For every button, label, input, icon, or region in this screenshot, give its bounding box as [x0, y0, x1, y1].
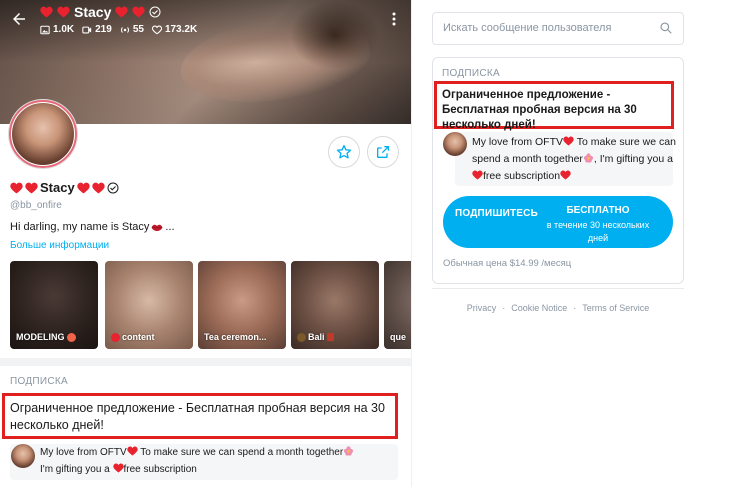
- column-separator: [411, 0, 412, 487]
- videos-stat: 219: [82, 24, 112, 35]
- heart-icon: [132, 6, 146, 18]
- highlight-story[interactable]: MODELING: [10, 261, 98, 349]
- avatar-story-ring: [9, 100, 77, 168]
- back-arrow-icon[interactable]: [10, 10, 28, 28]
- privacy-link[interactable]: Privacy: [467, 303, 497, 313]
- highlights-row: MODELING content Tea ceremon... Bali que: [10, 261, 411, 349]
- heart-icon: [115, 6, 129, 18]
- heart-icon: [563, 136, 574, 148]
- footer-dot: ·: [502, 303, 506, 313]
- cover-name-text: Stacy: [74, 4, 112, 20]
- favorite-button[interactable]: [328, 136, 360, 168]
- search-input[interactable]: [443, 22, 663, 34]
- profile-name: Stacy: [10, 180, 119, 195]
- regular-price: Обычная цена $14.99 /месяц: [443, 258, 572, 269]
- heart-icon: [77, 182, 90, 194]
- streams-stat: 55: [120, 24, 144, 35]
- heart-icon: [112, 463, 124, 475]
- palm-emoji-icon: [297, 332, 306, 342]
- smiley-emoji-icon: [66, 332, 76, 342]
- heart-emoji-icon: [111, 332, 120, 342]
- flower-icon: [583, 153, 594, 165]
- heart-icon: [127, 446, 138, 458]
- profile-column: Stacy 1.0K 219 55 173.2K Stacy @bb_onfir…: [0, 0, 411, 487]
- heart-outline-icon: [151, 25, 162, 34]
- highlight-story[interactable]: que: [384, 261, 411, 349]
- bio-text: Hi darling, my name is Stacy: [10, 221, 150, 233]
- verified-icon: [107, 182, 119, 194]
- highlight-story[interactable]: Bali: [291, 261, 379, 349]
- highlight-story[interactable]: content: [105, 261, 193, 349]
- more-vertical-icon[interactable]: [391, 12, 397, 26]
- heart-icon: [25, 182, 38, 194]
- star-icon: [336, 145, 352, 159]
- terms-link[interactable]: Terms of Service: [582, 303, 649, 313]
- bio-ellipsis: ...: [165, 221, 175, 233]
- likes-stat: 173.2K: [151, 24, 197, 35]
- footer-divider: [432, 288, 684, 289]
- username: @bb_onfire: [10, 200, 62, 211]
- page: Stacy 1.0K 219 55 173.2K Stacy @bb_onfir…: [0, 0, 730, 487]
- promo-message: My love from OFTV To make sure we can sp…: [40, 444, 400, 478]
- trial-duration-label: в течение 30 нескольких дней: [546, 220, 650, 243]
- lips-icon: [151, 223, 163, 232]
- cookie-notice-link[interactable]: Cookie Notice: [511, 303, 567, 313]
- footer-links: Privacy · Cookie Notice · Terms of Servi…: [432, 303, 684, 313]
- heart-icon: [92, 182, 105, 194]
- avatar: [11, 444, 35, 468]
- share-icon: [377, 146, 389, 158]
- share-button[interactable]: [367, 136, 399, 168]
- broadcast-icon: [120, 26, 129, 33]
- highlight-story[interactable]: Tea ceremon...: [198, 261, 286, 349]
- subscribe-free-button[interactable]: ПОДПИШИТЕСЬ БЕСПЛАТНО в течение 30 неско…: [443, 196, 673, 248]
- profile-name-text: Stacy: [40, 180, 75, 195]
- footer-dot: ·: [573, 303, 577, 313]
- offer-text: Ограниченное предложение - Бесплатная пр…: [10, 401, 385, 432]
- heart-icon: [472, 170, 483, 182]
- image-icon: [40, 25, 50, 34]
- cover-stats: 1.0K 219 55 173.2K: [40, 24, 197, 35]
- flower-icon: [343, 446, 354, 458]
- video-icon: [82, 26, 92, 33]
- photos-stat: 1.0K: [40, 24, 74, 35]
- verified-icon: [149, 6, 161, 18]
- search-box: [432, 12, 684, 45]
- heart-icon: [57, 6, 70, 18]
- cover-name: Stacy: [40, 4, 161, 20]
- torii-emoji-icon: [326, 333, 334, 341]
- promo-message: My love from OFTV To make sure we can sp…: [472, 136, 676, 182]
- search-icon[interactable]: [659, 21, 673, 35]
- subscribe-label: ПОДПИШИТЕСЬ: [455, 208, 538, 219]
- subscription-label: ПОДПИСКА: [442, 68, 501, 79]
- subscription-label: ПОДПИСКА: [10, 376, 69, 387]
- heart-icon: [10, 182, 23, 194]
- free-label: БЕСПЛАТНО: [566, 205, 630, 216]
- section-divider: [0, 358, 411, 366]
- heart-icon: [560, 170, 571, 182]
- offer-text: Ограниченное предложение - Бесплатная пр…: [442, 89, 637, 131]
- heart-icon: [40, 6, 53, 18]
- more-info-link[interactable]: Больше информации: [10, 240, 109, 251]
- avatar: [443, 132, 467, 156]
- bio: Hi darling, my name is Stacy ...: [10, 221, 175, 233]
